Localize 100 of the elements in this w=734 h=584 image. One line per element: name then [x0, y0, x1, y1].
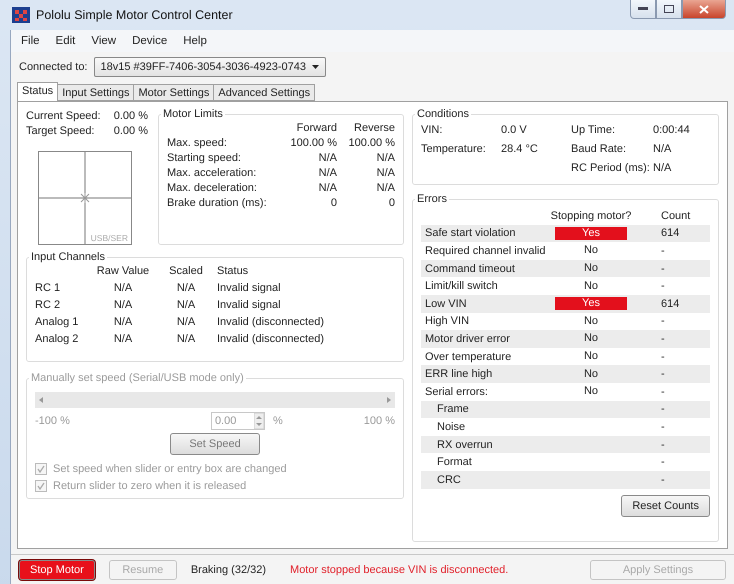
stopping-motor-cell: Yes [555, 297, 627, 310]
slider-min-label: -100 % [35, 415, 70, 427]
stopping-motor-cell-text: No [582, 332, 600, 346]
condition-value: 0.0 V [501, 124, 528, 136]
error-name: Serial errors: [424, 386, 489, 398]
condition-value: 0:00:44 [653, 124, 691, 136]
stopping-motor-cell: Yes [555, 226, 627, 240]
error-count: - [660, 368, 666, 380]
left-arrow-icon [39, 397, 43, 403]
channel-name: RC 2 [35, 299, 62, 311]
channel-name: RC 1 [35, 282, 62, 294]
limit-label: Max. acceleration: [167, 167, 258, 179]
checkbox-label: Return slider to zero when it is released [53, 480, 246, 492]
stopping-motor-cell-text: No [582, 368, 600, 381]
checkbox-label: Set speed when slider or entry box are changed [53, 463, 287, 475]
tab[interactable]: Motor Settings [133, 84, 214, 101]
column-header: Raw Value [96, 265, 150, 277]
motor-state: Braking (32/32) [190, 564, 266, 576]
speed-label: Target Speed: [26, 125, 96, 137]
reset-counts-button[interactable]: Reset Counts [621, 494, 710, 516]
channel-status: Invalid (disconnected) [217, 316, 326, 328]
limit-value: 100.00 % [290, 137, 337, 149]
error-name: Noise [436, 420, 466, 433]
unit-label: % [272, 415, 283, 427]
condition-value: 28.4 °C [501, 143, 539, 155]
menu-item[interactable]: View [85, 33, 122, 49]
condition-label: RC Period (ms): [571, 162, 651, 174]
minimize-icon [638, 7, 648, 11]
close-icon [699, 4, 709, 14]
tab[interactable]: Input Settings [57, 84, 134, 101]
error-name: Command timeout [424, 262, 516, 275]
group-title: Input Channels [30, 251, 106, 263]
channel-value: N/A [176, 333, 196, 345]
column-header: Stopping motor? [550, 210, 632, 222]
condition-label: VIN: [421, 124, 444, 136]
error-count: 614 [660, 298, 680, 310]
channel-value: N/A [112, 333, 134, 345]
error-count: - [660, 386, 666, 398]
condition-label: Baud Rate: [571, 143, 628, 155]
tab[interactable]: Status [17, 82, 58, 101]
channel-status: Invalid signal [217, 299, 282, 311]
channel-value: N/A [176, 282, 196, 294]
group-title: Errors [416, 193, 448, 205]
menu-item[interactable]: Help [177, 33, 213, 49]
channel-value: N/A [112, 299, 134, 311]
close-button[interactable] [682, 0, 726, 19]
window-title: Pololu Simple Motor Control Center [36, 8, 233, 22]
maximize-button[interactable] [656, 0, 682, 19]
error-count: - [660, 350, 666, 363]
error-count: - [660, 280, 666, 292]
tab[interactable]: Advanced Settings [213, 84, 316, 101]
caret-icon [312, 65, 318, 69]
error-name: Over temperature [424, 350, 512, 363]
error-name: Safe start violation [424, 227, 516, 240]
stop-motor-button[interactable]: Stop Motor [19, 560, 95, 580]
condition-label: Temperature: [421, 143, 487, 155]
stopping-motor-cell-text: No [582, 385, 600, 398]
error-name: Frame [436, 403, 470, 416]
error-count: - [660, 420, 666, 433]
condition-value: N/A [653, 143, 672, 155]
group-title: Manually set speed (Serial/USB mode only) [30, 372, 245, 384]
error-count: 614 [660, 227, 680, 240]
channel-value: N/A [112, 316, 134, 328]
stopping-motor-cell-text: No [582, 280, 600, 293]
limit-label: Brake duration (ms): [167, 197, 268, 209]
error-name: High VIN [424, 315, 470, 328]
column-header: Count [660, 210, 692, 222]
device-dropdown[interactable]: 18v15 #39FF-7406-3054-3036-4923-0743 [94, 57, 326, 77]
group-title: Motor Limits [162, 108, 224, 120]
error-count: - [660, 262, 666, 275]
limit-value: N/A [318, 152, 337, 164]
error-count: - [660, 403, 666, 416]
menu-item[interactable]: Edit [50, 33, 82, 49]
error-count: - [660, 456, 666, 468]
slider-max-label: 100 % [364, 415, 395, 427]
error-name: ERR line high [424, 368, 494, 380]
column-header: Status [217, 265, 250, 277]
condition-label: Up Time: [571, 124, 616, 136]
maximize-icon [664, 5, 674, 13]
limit-value: N/A [376, 152, 395, 164]
limit-value: 100.00 % [348, 137, 395, 149]
error-name: Motor driver error [424, 332, 511, 345]
limit-value: N/A [318, 182, 337, 194]
limit-label: Max. speed: [167, 137, 228, 149]
error-name: Limit/kill switch [424, 280, 499, 292]
minimize-button[interactable] [630, 0, 656, 19]
stopping-motor-cell-text: No [582, 262, 600, 276]
limit-value: 0 [388, 197, 395, 209]
connection-label: Connected to: [19, 61, 88, 73]
limit-value: 0 [330, 197, 337, 209]
error-name: RX overrun [436, 438, 494, 451]
menu-item[interactable]: Device [126, 33, 174, 49]
column-header: Reverse [353, 122, 395, 134]
menu-item[interactable]: File [15, 33, 46, 49]
indicator-label: USB/SER [90, 233, 128, 243]
error-count: - [660, 474, 666, 486]
limit-value: N/A [318, 167, 337, 179]
error-count: - [660, 244, 666, 257]
limit-value: N/A [376, 182, 395, 194]
error-name: CRC [436, 474, 462, 486]
